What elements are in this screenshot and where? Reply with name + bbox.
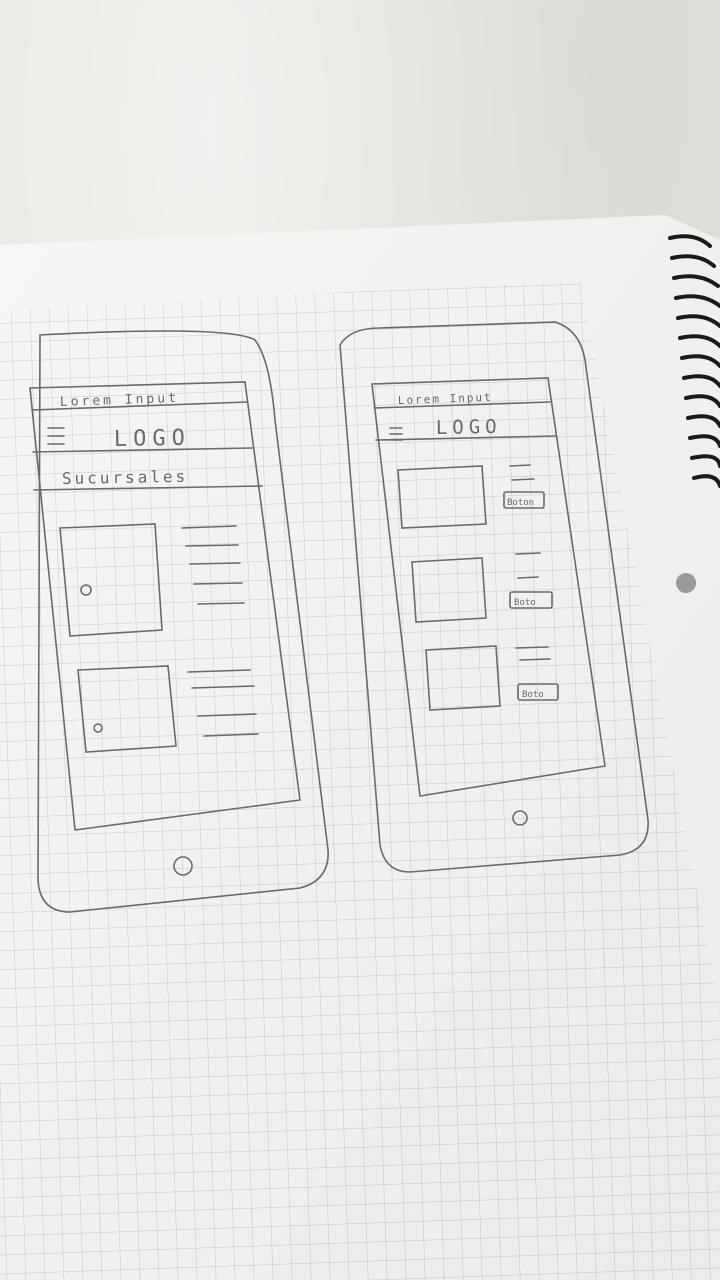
right-button-label-3: Boto xyxy=(522,690,544,700)
punch-hole xyxy=(676,573,696,593)
notebook-page: Lorem Input LOGO Sucursales Lorem Input … xyxy=(0,215,720,1280)
right-button-label-1: Boton xyxy=(507,498,534,508)
right-logo-text: LOGO xyxy=(436,416,502,439)
right-button-label-2: Boto xyxy=(514,598,536,608)
left-logo-text: LOGO xyxy=(114,426,191,452)
left-section-title: Sucursales xyxy=(62,467,189,488)
